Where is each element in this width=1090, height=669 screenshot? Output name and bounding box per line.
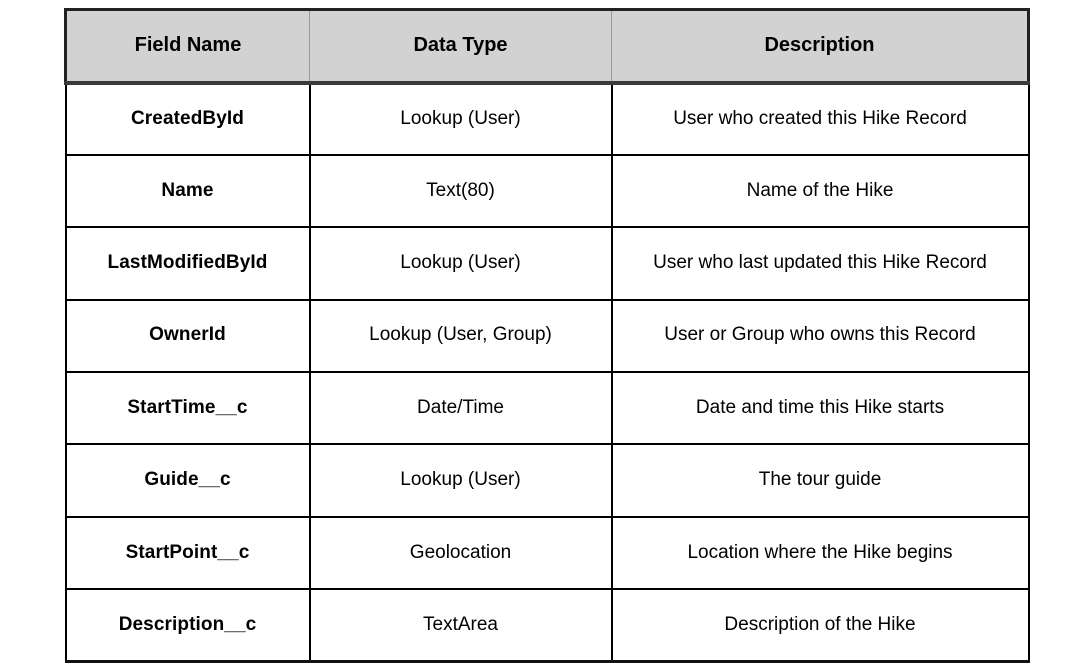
table-row: Description__c TextArea Description of t… [64,589,1030,664]
cell-description: Description of the Hike [610,589,1030,664]
table-header: Field Name Data Type Description [64,8,1030,85]
cell-description: User who created this Hike Record [610,82,1030,156]
table-row: OwnerId Lookup (User, Group) User or Gro… [64,299,1030,374]
column-header-field-name: Field Name [64,8,310,85]
cell-description: Date and time this Hike starts [610,372,1030,446]
column-header-data-type: Data Type [309,8,612,85]
cell-data-type: TextArea [308,589,613,664]
table-row: Name Text(80) Name of the Hike [64,154,1030,229]
cell-data-type: Lookup (User, Group) [308,299,613,374]
cell-field-name: StartPoint__c [64,516,311,591]
table-row: StartPoint__c Geolocation Location where… [64,516,1030,591]
table-body: CreatedById Lookup (User) User who creat… [64,82,1030,664]
cell-description: User or Group who owns this Record [610,299,1030,374]
table-row: Guide__c Lookup (User) The tour guide [64,444,1030,518]
field-definition-table: Field Name Data Type Description Created… [64,8,1030,664]
cell-field-name: Guide__c [64,444,311,518]
field-definition-table-container: Field Name Data Type Description Created… [64,8,1030,664]
cell-data-type: Text(80) [308,154,613,229]
cell-field-name: CreatedById [64,82,311,156]
cell-field-name: LastModifiedById [64,227,311,301]
table-row: CreatedById Lookup (User) User who creat… [64,82,1030,156]
cell-field-name: OwnerId [64,299,311,374]
cell-data-type: Lookup (User) [308,227,613,301]
column-header-description: Description [611,8,1030,85]
cell-data-type: Lookup (User) [308,82,613,156]
cell-description: The tour guide [610,444,1030,518]
table-row: LastModifiedById Lookup (User) User who … [64,227,1030,301]
table-row: StartTime__c Date/Time Date and time thi… [64,372,1030,446]
cell-description: User who last updated this Hike Record [610,227,1030,301]
cell-field-name: Name [64,154,311,229]
cell-description: Location where the Hike begins [610,516,1030,591]
cell-data-type: Date/Time [308,372,613,446]
cell-description: Name of the Hike [610,154,1030,229]
cell-field-name: Description__c [64,589,311,664]
table-header-row: Field Name Data Type Description [64,8,1030,85]
cell-field-name: StartTime__c [64,372,311,446]
cell-data-type: Lookup (User) [308,444,613,518]
cell-data-type: Geolocation [308,516,613,591]
